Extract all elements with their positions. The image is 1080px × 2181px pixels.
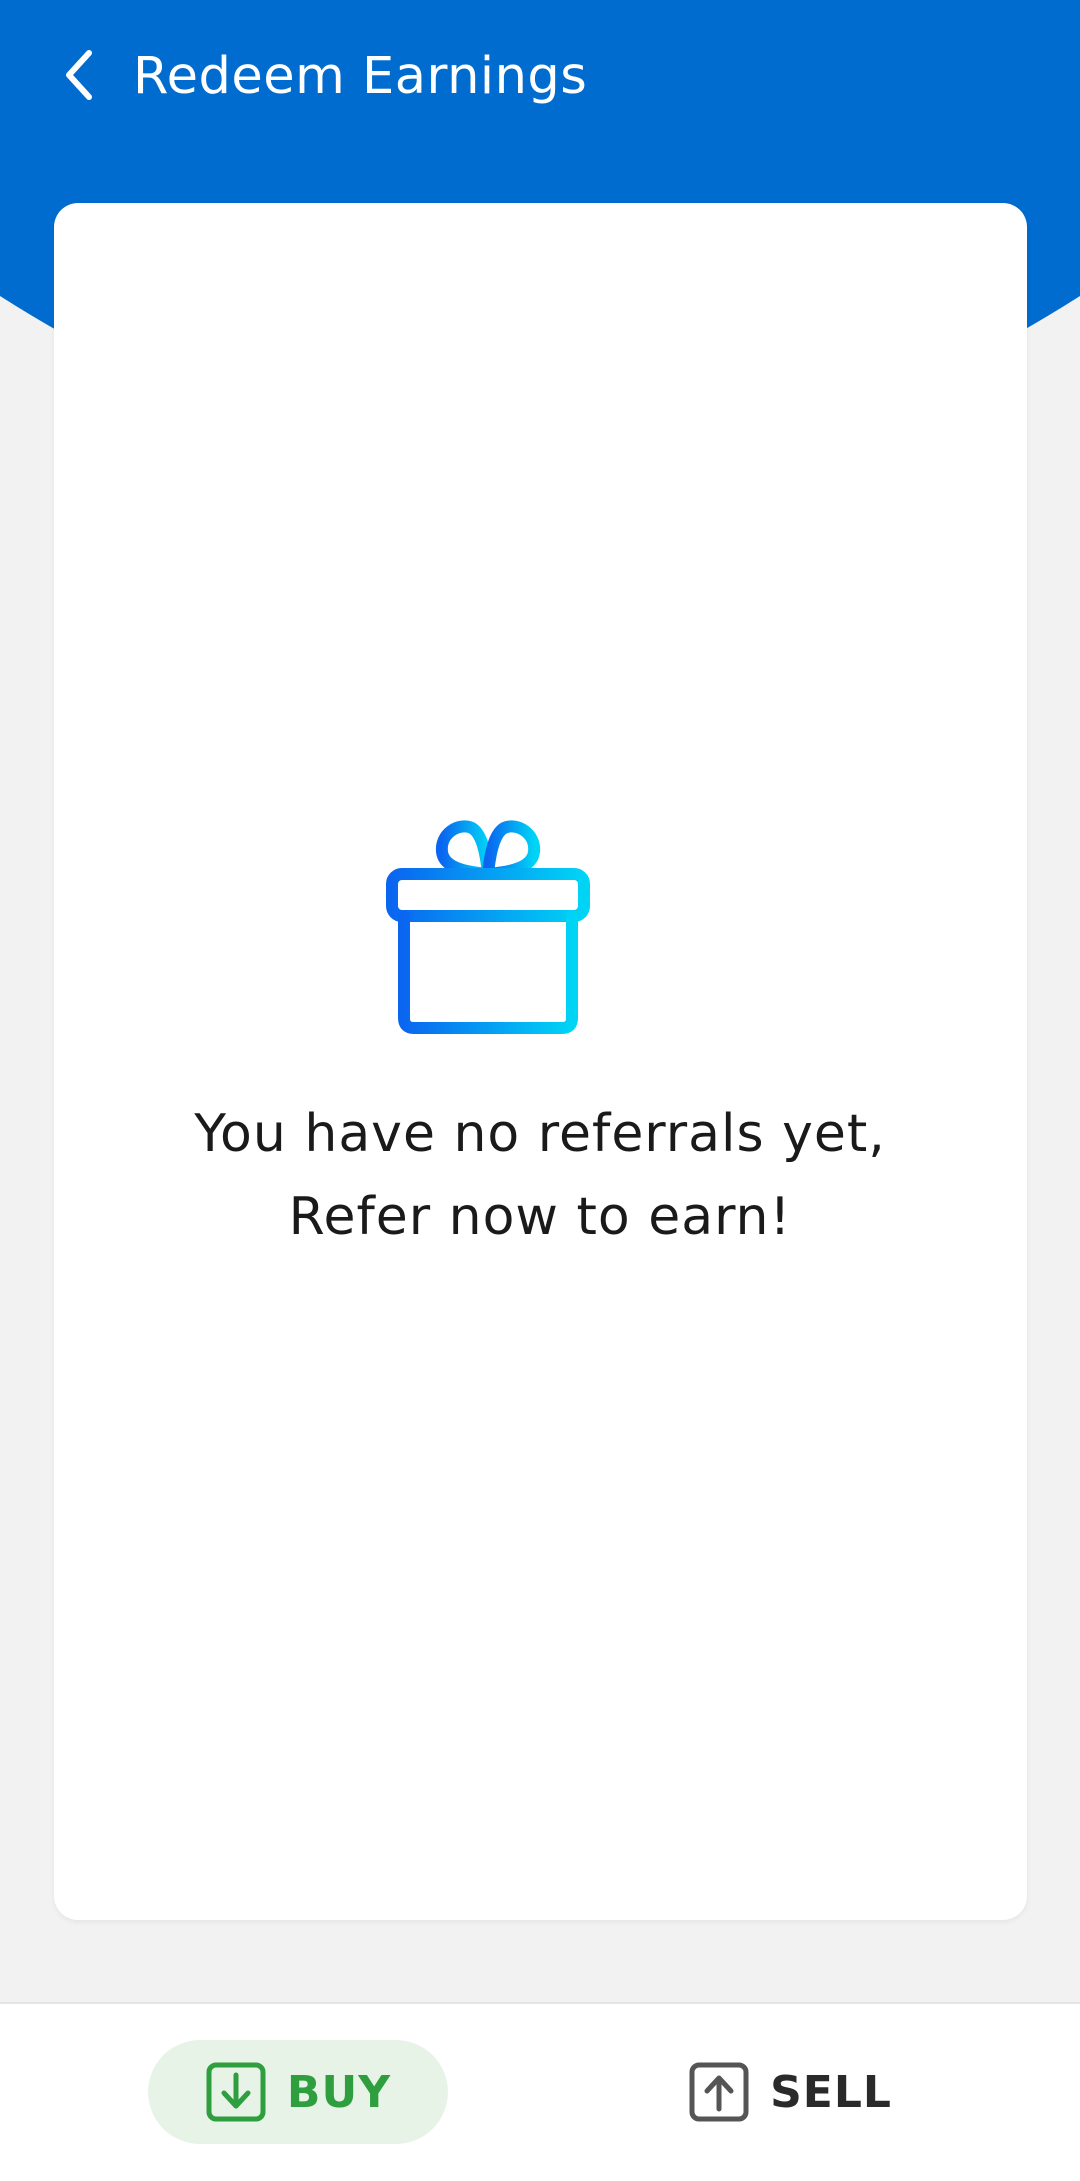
gift-icon bbox=[382, 616, 594, 1034]
buy-button[interactable]: BUY bbox=[148, 2040, 448, 2144]
sell-label: SELL bbox=[770, 2066, 892, 2118]
bottom-action-bar: BUY SELL bbox=[0, 2002, 1080, 2181]
chevron-left-icon bbox=[59, 47, 99, 107]
sell-button[interactable]: SELL bbox=[640, 2040, 940, 2144]
empty-state-line-2: Refer now to earn! bbox=[288, 1187, 792, 1247]
page-title: Redeem Earnings bbox=[133, 47, 588, 106]
empty-state-message: You have no referrals yet, Refer now to … bbox=[0, 1093, 1080, 1259]
buy-label: BUY bbox=[286, 2066, 392, 2118]
arrow-down-box-icon bbox=[205, 2061, 267, 2123]
arrow-up-box-icon bbox=[688, 2061, 750, 2123]
redeem-earnings-screen: Redeem Earnings You have no referrals ye… bbox=[0, 0, 1080, 2181]
app-bar: Redeem Earnings bbox=[0, 0, 1080, 155]
referrals-card bbox=[54, 203, 1027, 1920]
empty-state-line-1: You have no referrals yet, bbox=[194, 1104, 886, 1164]
back-button[interactable] bbox=[44, 40, 114, 114]
